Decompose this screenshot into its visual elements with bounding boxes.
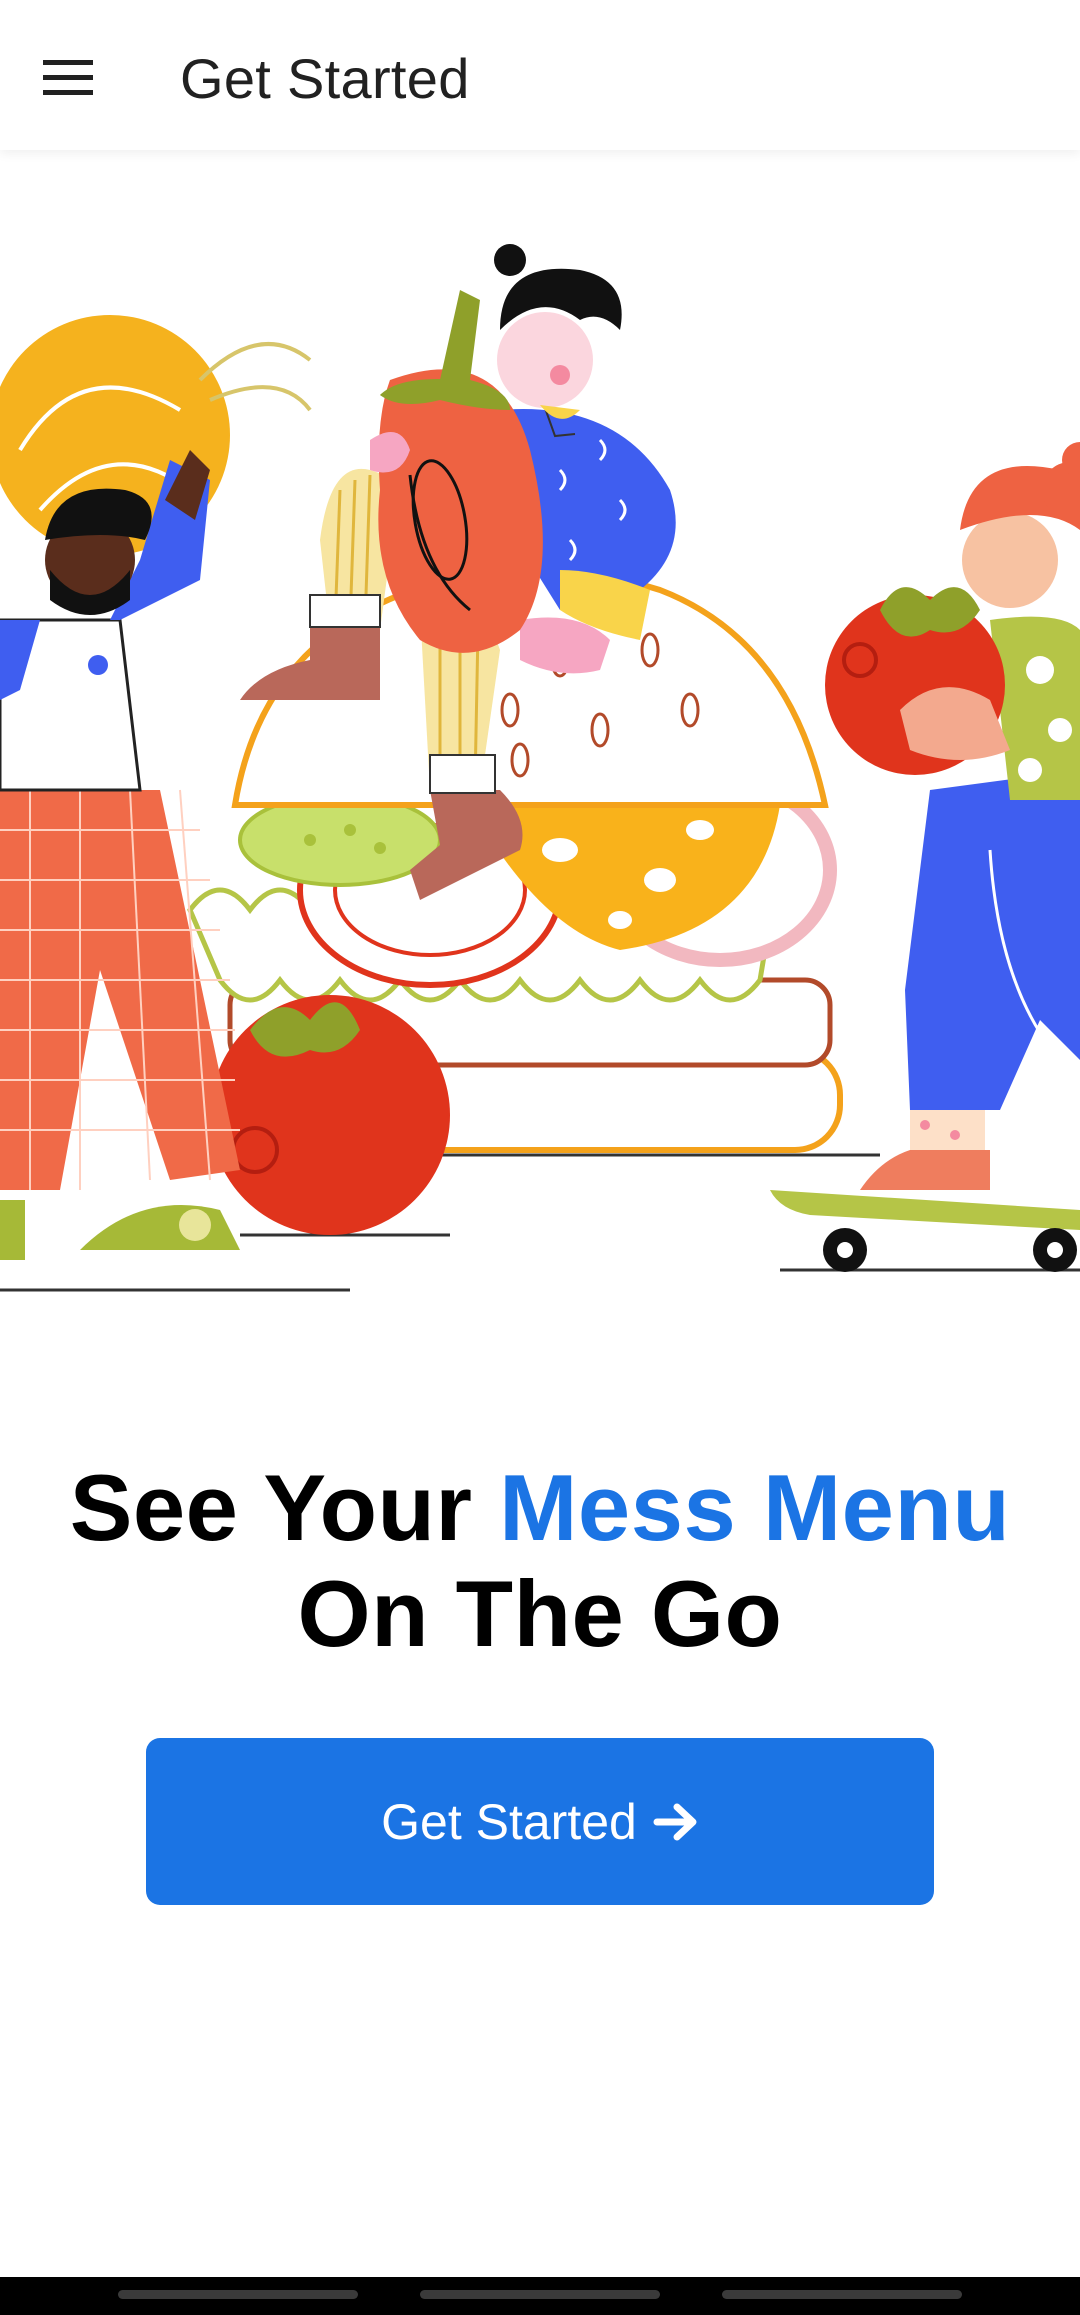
headline-accent: Mess Menu [499,1455,1011,1560]
headline-line-2: On The Go [297,1561,783,1666]
app-bar: Get Started [0,0,1080,150]
nav-handle [118,2290,358,2299]
page-title: Get Started [180,47,470,110]
menu-button[interactable] [30,40,106,116]
system-navigation-bar [0,2277,1080,2315]
nav-handle [722,2290,962,2299]
hero-illustration [0,244,1080,1292]
headline-line-1: See Your Mess Menu [0,1455,1080,1561]
headline-text: See Your [69,1455,473,1560]
get-started-screen: Get Started See Your Mess Menu On The Go… [0,0,1080,2315]
arrow-right-icon [653,1803,697,1840]
get-started-button[interactable]: Get Started [146,1738,934,1905]
nav-handle [420,2290,660,2299]
get-started-label: Get Started [381,1793,637,1850]
headline: See Your Mess Menu On The Go [0,1455,1080,1667]
hamburger-menu-icon [43,60,93,95]
